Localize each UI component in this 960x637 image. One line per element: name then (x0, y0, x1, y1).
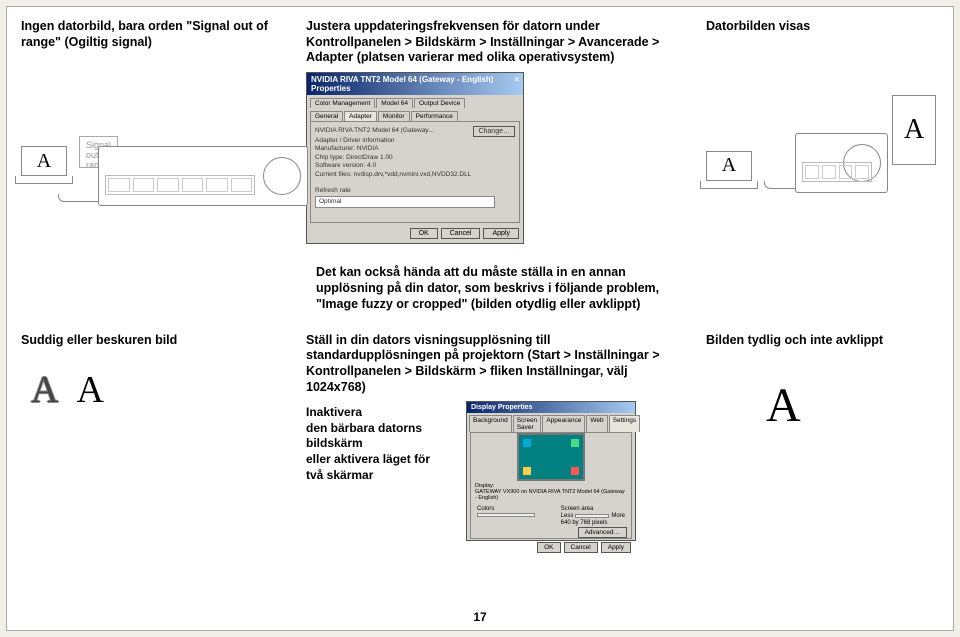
cancel-button[interactable]: Cancel (564, 542, 598, 553)
tab-screensaver[interactable]: Screen Saver (513, 415, 542, 432)
resolution-slider[interactable] (575, 514, 609, 518)
apply-button[interactable]: Apply (483, 228, 519, 239)
screen-letter: A (37, 150, 51, 173)
result-heading-image-shown: Datorbilden visas (706, 19, 936, 35)
solution-heading-resolution: Ställ in din dators visningsupplösning t… (306, 333, 686, 396)
tab-general[interactable]: General (310, 111, 343, 121)
result-heading-clear: Bilden tydlig och inte avklippt (706, 333, 936, 349)
tab-output-device[interactable]: Output Device (414, 98, 465, 108)
page-number: 17 (473, 610, 486, 624)
projector-icon (98, 146, 308, 206)
ok-button[interactable]: OK (410, 228, 438, 239)
more-label: More (611, 513, 625, 519)
problem-heading-no-image: Ingen datorbild, bara orden "Signal out … (21, 19, 286, 50)
note-deactivate-screen: Inaktivera den bärbara datorns bildskärm… (306, 405, 446, 483)
diagram-no-signal: A Signal out of range (21, 68, 286, 188)
adapter-properties-dialog: NVIDIA RIVA TNT2 Model 64 (Gateway - Eng… (306, 72, 524, 244)
refresh-rate-select[interactable]: Optimal (315, 196, 495, 208)
tab-background[interactable]: Background (469, 415, 512, 432)
apply-button[interactable]: Apply (601, 542, 631, 553)
solution-heading-refresh-rate: Justera uppdateringsfrekvensen för dator… (306, 19, 686, 66)
tab-color-management[interactable]: Color Management (310, 98, 375, 108)
colors-label: Colors (477, 506, 535, 512)
refresh-rate-label: Refresh rate (315, 187, 515, 195)
clear-letter-result: A (766, 379, 801, 432)
info-line: Chip type: DirectDraw 1.00 (315, 154, 515, 162)
display-value: GATEWAY VX900 on NVIDIA RIVA TNT2 Model … (475, 489, 625, 501)
dialog-title: NVIDIA RIVA TNT2 Model 64 (Gateway - Eng… (311, 75, 514, 93)
resolution-value: 640 by 768 pixels (561, 520, 625, 526)
note-resolution-text: Det kan också hända att du måste ställa … (306, 260, 686, 317)
display-properties-dialog: Display Properties Background Screen Sav… (466, 401, 636, 541)
info-line: Adapter / Driver information (315, 137, 515, 145)
projected-screen: A (892, 95, 936, 165)
clear-letter-sample: A (76, 368, 103, 412)
adapter-name: NVIDIA RIVA TNT2 Model 64 (Gateway… (315, 127, 435, 135)
ok-button[interactable]: OK (537, 542, 560, 553)
tab-performance[interactable]: Performance (411, 111, 458, 121)
info-line: Current files: nvdisp.drv,*vdd,nvmini.vx… (315, 171, 515, 179)
tab-settings[interactable]: Settings (609, 415, 641, 432)
info-line: Software version: 4.0 (315, 162, 515, 170)
tab-appearance[interactable]: Appearance (542, 415, 585, 432)
projector-icon (795, 133, 888, 193)
fuzzy-samples: A A (31, 368, 286, 412)
cancel-button[interactable]: Cancel (441, 228, 481, 239)
problem-heading-fuzzy: Suddig eller beskuren bild (21, 333, 286, 349)
colors-select[interactable] (477, 513, 535, 517)
dialog-title: Display Properties (467, 402, 635, 413)
close-icon[interactable]: × (514, 75, 519, 93)
change-button[interactable]: Change… (473, 126, 515, 137)
diagram-image-shown: A A (706, 83, 936, 193)
tab-monitor[interactable]: Monitor (378, 111, 410, 121)
info-line: Manufacturer: NVIDIA (315, 145, 515, 153)
tab-web[interactable]: Web (586, 415, 607, 432)
fuzzy-letter-sample: A (31, 368, 58, 412)
screen-area-label: Screen area (561, 506, 625, 512)
tab-model64[interactable]: Model 64 (376, 98, 413, 108)
tab-adapter[interactable]: Adapter (344, 111, 377, 121)
laptop-icon: A (706, 151, 764, 193)
monitor-preview-icon (517, 433, 585, 481)
advanced-button[interactable]: Advanced… (578, 527, 627, 538)
screen-letter: A (722, 154, 736, 177)
less-label: Less (561, 513, 574, 519)
